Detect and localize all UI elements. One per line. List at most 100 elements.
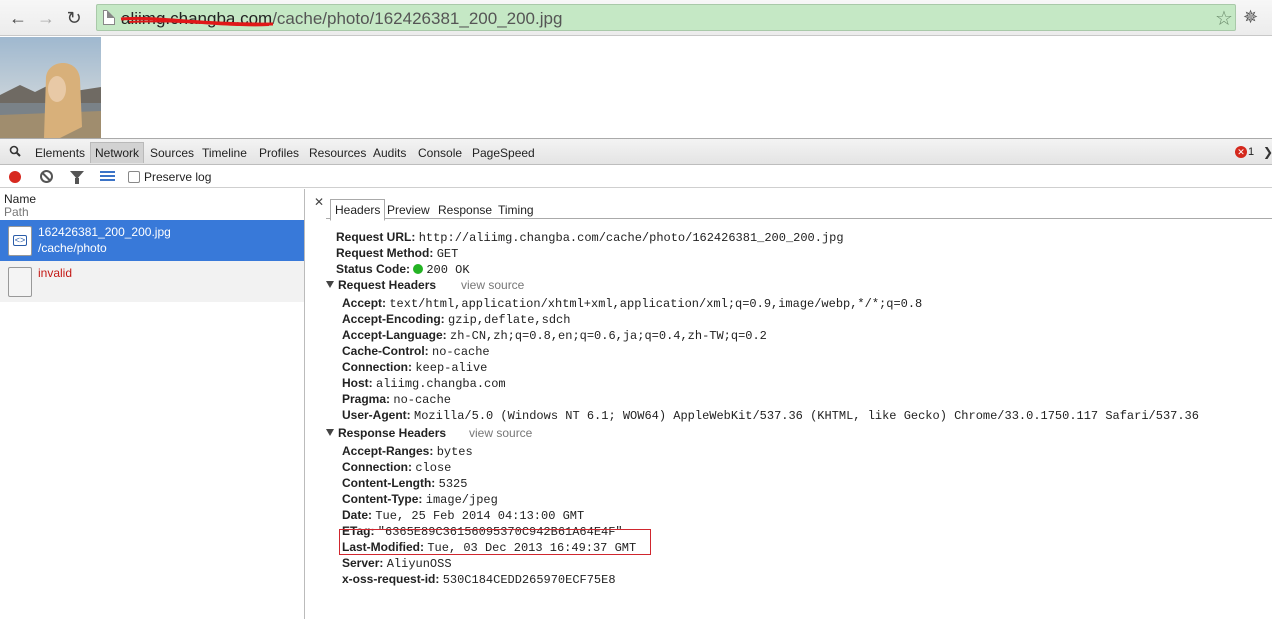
header-value: zh-CN,zh;q=0.8,en;q=0.6,ja;q=0.4,zh-TW;q… xyxy=(450,329,767,343)
view-source-link[interactable]: view source xyxy=(469,426,532,440)
request-list: Name Path <> 162426381_200_200.jpg /cach… xyxy=(0,189,305,619)
header-value: text/html,application/xhtml+xml,applicat… xyxy=(389,297,923,311)
view-source-link[interactable]: view source xyxy=(461,278,524,292)
error-icon[interactable]: ✕ xyxy=(1235,146,1247,158)
column-path-header[interactable]: Path xyxy=(4,205,29,219)
header-key: Connection: xyxy=(342,460,412,474)
chevron-right-icon[interactable]: ❯ xyxy=(1263,145,1272,159)
header-row: Request Method: GET xyxy=(336,246,458,261)
header-value: aliimg.changba.com xyxy=(376,377,506,391)
url-path: /cache/photo/162426381_200_200.jpg xyxy=(272,9,563,28)
triangle-down-icon xyxy=(326,429,334,436)
tab-sources[interactable]: Sources xyxy=(150,146,194,160)
header-value: 530C184CEDD265970ECF75E8 xyxy=(442,573,616,587)
request-row[interactable]: <> 162426381_200_200.jpg /cache/photo xyxy=(0,220,304,261)
header-key: Accept-Encoding: xyxy=(342,312,445,326)
header-key: Accept-Ranges: xyxy=(342,444,434,458)
header-value: no-cache xyxy=(432,345,490,359)
header-value: Mozilla/5.0 (Windows NT 6.1; WOW64) Appl… xyxy=(414,409,1199,423)
request-name: 162426381_200_200.jpg xyxy=(38,225,171,239)
header-key: Server: xyxy=(342,556,384,570)
close-icon[interactable]: ✕ xyxy=(314,195,324,209)
page-content xyxy=(0,37,1272,138)
tab-headers[interactable]: Headers xyxy=(330,199,386,221)
header-row: Cache-Control: no-cache xyxy=(342,344,490,359)
tab-timing[interactable]: Timing xyxy=(498,203,534,217)
header-key: Host: xyxy=(342,376,373,390)
header-key: Accept-Language: xyxy=(342,328,447,342)
tab-profiles[interactable]: Profiles xyxy=(259,146,299,160)
header-key: x-oss-request-id: xyxy=(342,572,440,586)
header-row: x-oss-request-id: 530C184CEDD265970ECF75… xyxy=(342,572,616,587)
reload-icon[interactable]: ↻ xyxy=(62,6,86,30)
error-count[interactable]: 1 xyxy=(1248,146,1254,158)
request-row[interactable]: invalid xyxy=(0,261,304,302)
header-row: Connection: close xyxy=(342,460,451,475)
header-row: Request URL: http://aliimg.changba.com/c… xyxy=(336,230,844,245)
tab-pagespeed[interactable]: PageSpeed xyxy=(472,146,535,160)
star-icon[interactable]: ☆ xyxy=(1215,6,1233,31)
header-row: Accept: text/html,application/xhtml+xml,… xyxy=(342,296,922,311)
request-name: invalid xyxy=(38,266,73,280)
preserve-log-label: Preserve log xyxy=(144,170,212,184)
header-value: 5325 xyxy=(438,477,468,491)
highlight-annotation xyxy=(339,529,651,555)
bug-icon[interactable]: ✵ xyxy=(1243,7,1258,28)
column-name-header[interactable]: Name xyxy=(4,192,36,206)
header-value: bytes xyxy=(436,445,473,459)
header-value: 200 OK xyxy=(426,263,470,277)
tab-audits[interactable]: Audits xyxy=(373,146,406,160)
header-key: Request URL: xyxy=(336,230,416,244)
preserve-log-checkbox[interactable] xyxy=(128,171,140,183)
request-path: /cache/photo xyxy=(38,241,107,255)
header-row: Server: AliyunOSS xyxy=(342,556,452,571)
header-key: Accept: xyxy=(342,296,387,310)
record-icon[interactable] xyxy=(9,171,21,183)
header-key: Connection: xyxy=(342,360,412,374)
tab-elements[interactable]: Elements xyxy=(35,146,85,160)
address-bar[interactable]: aliimg.changba.com/cache/photo/162426381… xyxy=(96,4,1236,31)
section-title: Request Headers xyxy=(338,278,437,292)
tab-response[interactable]: Response xyxy=(438,203,492,217)
tab-preview[interactable]: Preview xyxy=(387,203,430,217)
clear-icon[interactable] xyxy=(40,170,53,183)
page-icon xyxy=(103,10,115,25)
filter-icon[interactable] xyxy=(70,171,84,184)
header-value: Tue, 25 Feb 2014 04:13:00 GMT xyxy=(375,509,585,523)
search-icon[interactable] xyxy=(9,145,21,157)
status-ok-icon xyxy=(413,264,424,274)
header-key: User-Agent: xyxy=(342,408,411,422)
header-value: image/jpeg xyxy=(425,493,498,507)
header-key: Status Code: xyxy=(336,262,411,276)
tab-timeline[interactable]: Timeline xyxy=(202,146,247,160)
header-row: Host: aliimg.changba.com xyxy=(342,376,506,391)
triangle-down-icon xyxy=(326,281,334,288)
tab-network[interactable]: Network xyxy=(90,142,145,163)
header-row: Accept-Encoding: gzip,deflate,sdch xyxy=(342,312,570,327)
header-key: Date: xyxy=(342,508,373,522)
header-value: close xyxy=(415,461,452,475)
header-key: Request Method: xyxy=(336,246,434,260)
response-headers-section[interactable]: Response Headers xyxy=(326,426,446,440)
header-row: Connection: keep-alive xyxy=(342,360,487,375)
forward-arrow-icon[interactable]: → xyxy=(34,6,58,30)
header-row: Pragma: no-cache xyxy=(342,392,451,407)
browser-toolbar: ← → ↻ aliimg.changba.com/cache/photo/162… xyxy=(0,0,1272,36)
header-key: Pragma: xyxy=(342,392,391,406)
header-row: Content-Length: 5325 xyxy=(342,476,467,491)
tab-resources[interactable]: Resources xyxy=(309,146,366,160)
back-arrow-icon[interactable]: ← xyxy=(6,6,30,30)
image-file-icon: <> xyxy=(8,226,32,256)
photo-image xyxy=(0,37,101,138)
tab-console[interactable]: Console xyxy=(418,146,462,160)
request-detail: ✕ Headers Preview Response Timing Reques… xyxy=(306,189,1272,619)
header-row: User-Agent: Mozilla/5.0 (Windows NT 6.1;… xyxy=(342,408,1199,423)
devtools-tabbar: Elements Network Sources Timeline Profil… xyxy=(0,138,1272,165)
request-headers-section[interactable]: Request Headers xyxy=(326,278,436,292)
blank-file-icon xyxy=(8,267,32,297)
list-view-icon[interactable] xyxy=(100,171,115,182)
header-key: Content-Length: xyxy=(342,476,436,490)
header-row: Date: Tue, 25 Feb 2014 04:13:00 GMT xyxy=(342,508,584,523)
header-value: GET xyxy=(436,247,459,261)
header-value: no-cache xyxy=(393,393,451,407)
